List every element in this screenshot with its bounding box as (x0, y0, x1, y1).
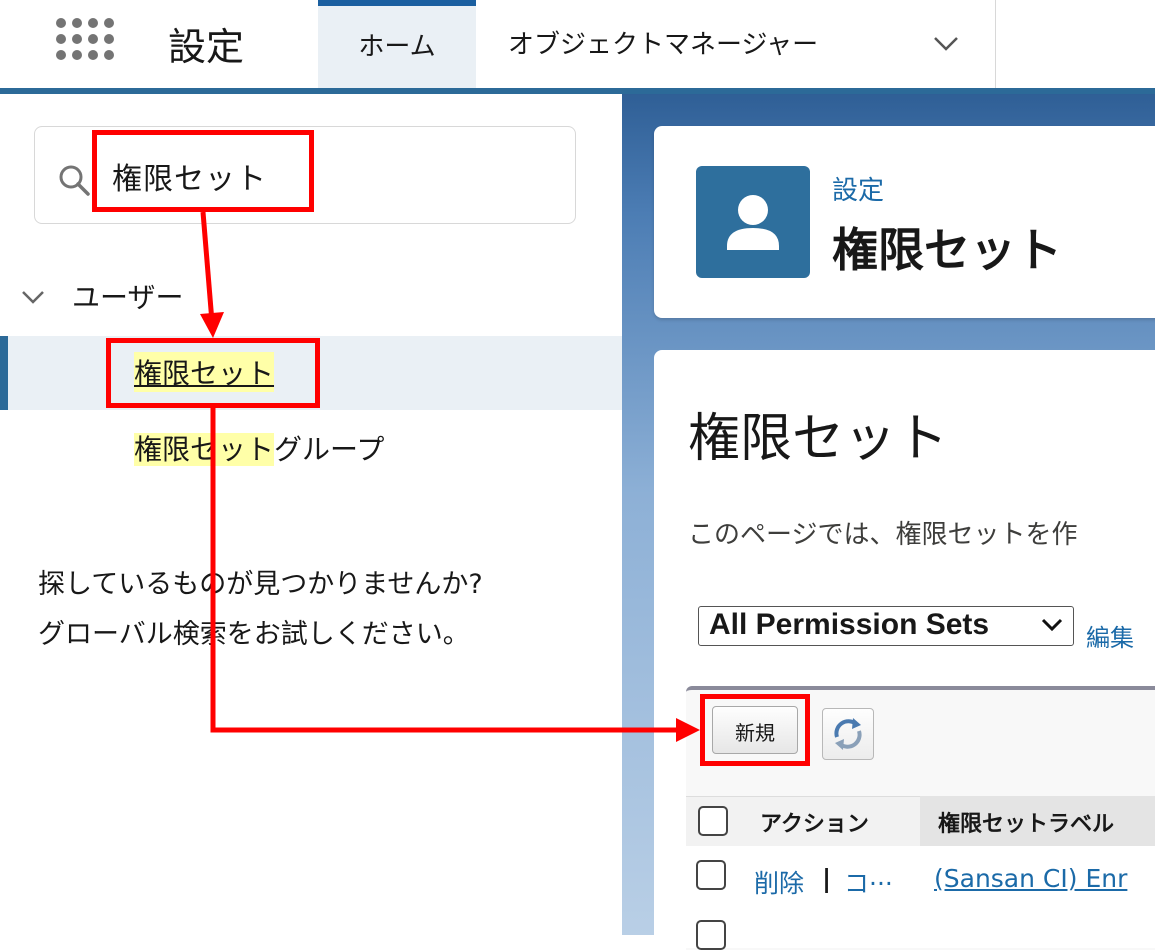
breadcrumb[interactable]: 設定 (832, 170, 884, 207)
app-launcher-icon[interactable] (56, 18, 114, 74)
tab-home-label: ホーム (358, 32, 436, 62)
annotation-box-nav-item (106, 338, 320, 408)
column-header-action: アクション (760, 812, 869, 837)
annotation-box-search (92, 130, 314, 212)
selected-indicator (0, 336, 8, 410)
table-row (686, 908, 1155, 948)
no-results-help-line2: グローバル検索をお試しください。 (38, 619, 470, 650)
row-checkbox[interactable] (696, 920, 726, 950)
row-checkbox[interactable] (696, 860, 726, 890)
row-copy-link[interactable]: コ··· (844, 864, 893, 900)
select-all-checkbox[interactable] (698, 806, 728, 836)
sidebar-item-label-rest: グループ (274, 433, 385, 466)
tab-home[interactable]: ホーム (318, 0, 476, 88)
chevron-down-icon (1041, 618, 1063, 632)
page-description: このページでは、権限セットを作 (688, 520, 1078, 550)
list-view-select[interactable]: All Permission Sets (698, 606, 1074, 646)
nav-section-users[interactable]: ユーザー (72, 276, 183, 316)
chevron-down-icon[interactable] (20, 288, 46, 306)
search-match-highlight: 権限セット (134, 433, 275, 466)
content-heading: 権限セット (688, 409, 949, 469)
row-action-separator: | (822, 864, 832, 893)
sidebar-item-permission-set-groups[interactable]: 権限セットグループ (134, 428, 384, 468)
refresh-button[interactable] (822, 708, 874, 760)
refresh-icon (834, 718, 862, 750)
row-permission-set-label-link[interactable]: (Sansan CI) Enr (934, 864, 1127, 893)
user-icon (696, 166, 810, 278)
page-title: 権限セット (832, 223, 1062, 277)
no-results-help-line1: 探しているものが見つかりませんか? (38, 569, 483, 600)
app-title: 設定 (168, 25, 245, 69)
column-header-label[interactable]: 権限セットラベル (938, 806, 1114, 838)
row-delete-link[interactable]: 削除 (754, 864, 804, 900)
annotation-box-new-button (700, 694, 810, 766)
tab-object-manager[interactable]: オブジェクトマネージャー (476, 0, 996, 88)
chevron-down-icon[interactable] (932, 34, 960, 54)
tab-object-manager-label: オブジェクトマネージャー (508, 30, 819, 60)
edit-view-link[interactable]: 編集 (1086, 618, 1134, 653)
list-view-select-value: All Permission Sets (709, 608, 990, 641)
search-icon (59, 165, 90, 196)
